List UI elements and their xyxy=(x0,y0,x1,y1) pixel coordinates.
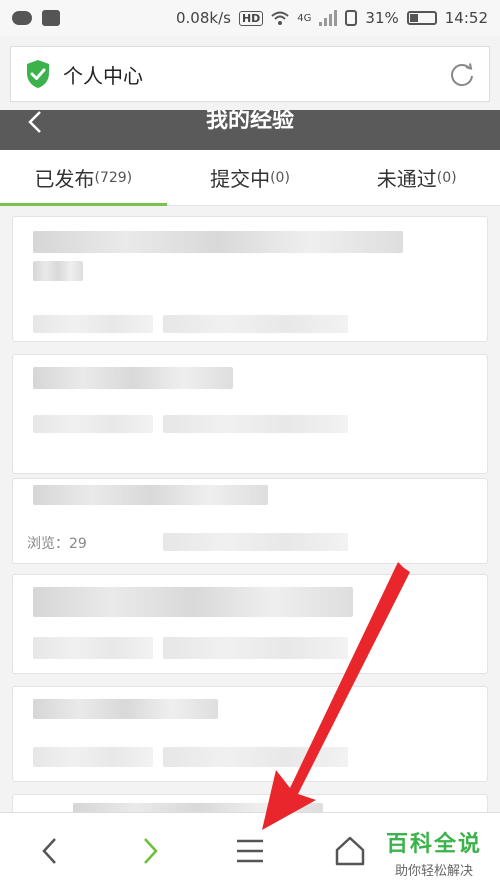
brand-name: 百科全说 xyxy=(385,832,482,857)
blurred-title xyxy=(33,367,233,389)
list-item[interactable] xyxy=(12,216,488,342)
network-type: 4G xyxy=(297,12,312,24)
blurred-meta xyxy=(163,415,348,433)
blurred-title xyxy=(33,261,83,281)
list-item[interactable]: 浏览：29 xyxy=(12,478,488,564)
blurred-meta xyxy=(163,315,348,333)
list-item[interactable] xyxy=(12,574,488,674)
blurred-meta xyxy=(33,315,153,333)
section-header: 我的经验 xyxy=(0,110,500,150)
blurred-meta xyxy=(163,533,348,551)
tab-label: 未通过 xyxy=(376,167,437,191)
sim-icon xyxy=(345,10,358,26)
blurred-title xyxy=(33,231,403,253)
chevron-left-icon xyxy=(42,838,56,864)
blurred-title xyxy=(33,699,218,719)
menu-icon xyxy=(237,839,263,863)
header-title: 我的经验 xyxy=(205,110,294,133)
brand-slogan: 助你轻松解决 xyxy=(394,864,473,879)
nav-forward-button[interactable] xyxy=(100,813,200,889)
clock: 14:52 xyxy=(444,9,488,27)
hd-icon: HD xyxy=(238,10,264,26)
list-item[interactable] xyxy=(12,354,488,474)
nav-menu-button[interactable] xyxy=(200,813,300,889)
blurred-meta xyxy=(33,415,153,433)
blurred-meta xyxy=(163,637,348,659)
nav-back-button[interactable] xyxy=(0,813,100,889)
weather-icon xyxy=(12,11,32,25)
tab-count: (0) xyxy=(436,169,457,186)
battery-icon xyxy=(406,11,437,25)
blurred-meta xyxy=(33,637,153,659)
tab-published[interactable]: 已发布 (729) xyxy=(0,150,167,206)
wifi-icon xyxy=(271,11,289,25)
tab-bar: 已发布 (729) 提交中 (0) 未通过 (0) xyxy=(0,150,500,206)
tab-label: 已发布 xyxy=(34,167,95,191)
chevron-right-icon xyxy=(144,838,158,864)
list-item[interactable] xyxy=(12,686,488,782)
battery-percent: 31% xyxy=(365,9,399,27)
brand-watermark: 百科全说 助你轻松解决 xyxy=(372,826,496,879)
tab-label: 提交中 xyxy=(210,167,271,191)
blurred-title xyxy=(33,485,268,505)
refresh-icon[interactable] xyxy=(449,61,475,87)
title-bar: 个人中心 xyxy=(10,46,490,102)
blurred-title xyxy=(33,587,353,617)
tab-submitting[interactable]: 提交中 (0) xyxy=(167,150,334,205)
blurred-meta xyxy=(163,747,348,767)
view-count: 浏览：29 xyxy=(27,536,87,552)
signal-icon xyxy=(319,10,338,26)
image-icon xyxy=(42,10,60,26)
tab-count: (0) xyxy=(270,169,290,186)
tab-rejected[interactable]: 未通过 (0) xyxy=(333,150,500,205)
status-bar: 0.08k/s HD 4G 31% 14:52 xyxy=(0,0,500,36)
shield-check-icon xyxy=(27,60,49,88)
network-speed: 0.08k/s xyxy=(175,9,231,27)
home-icon xyxy=(335,836,365,866)
tab-count: (729) xyxy=(94,169,133,186)
blurred-meta xyxy=(33,747,153,767)
page-title: 个人中心 xyxy=(63,63,143,88)
